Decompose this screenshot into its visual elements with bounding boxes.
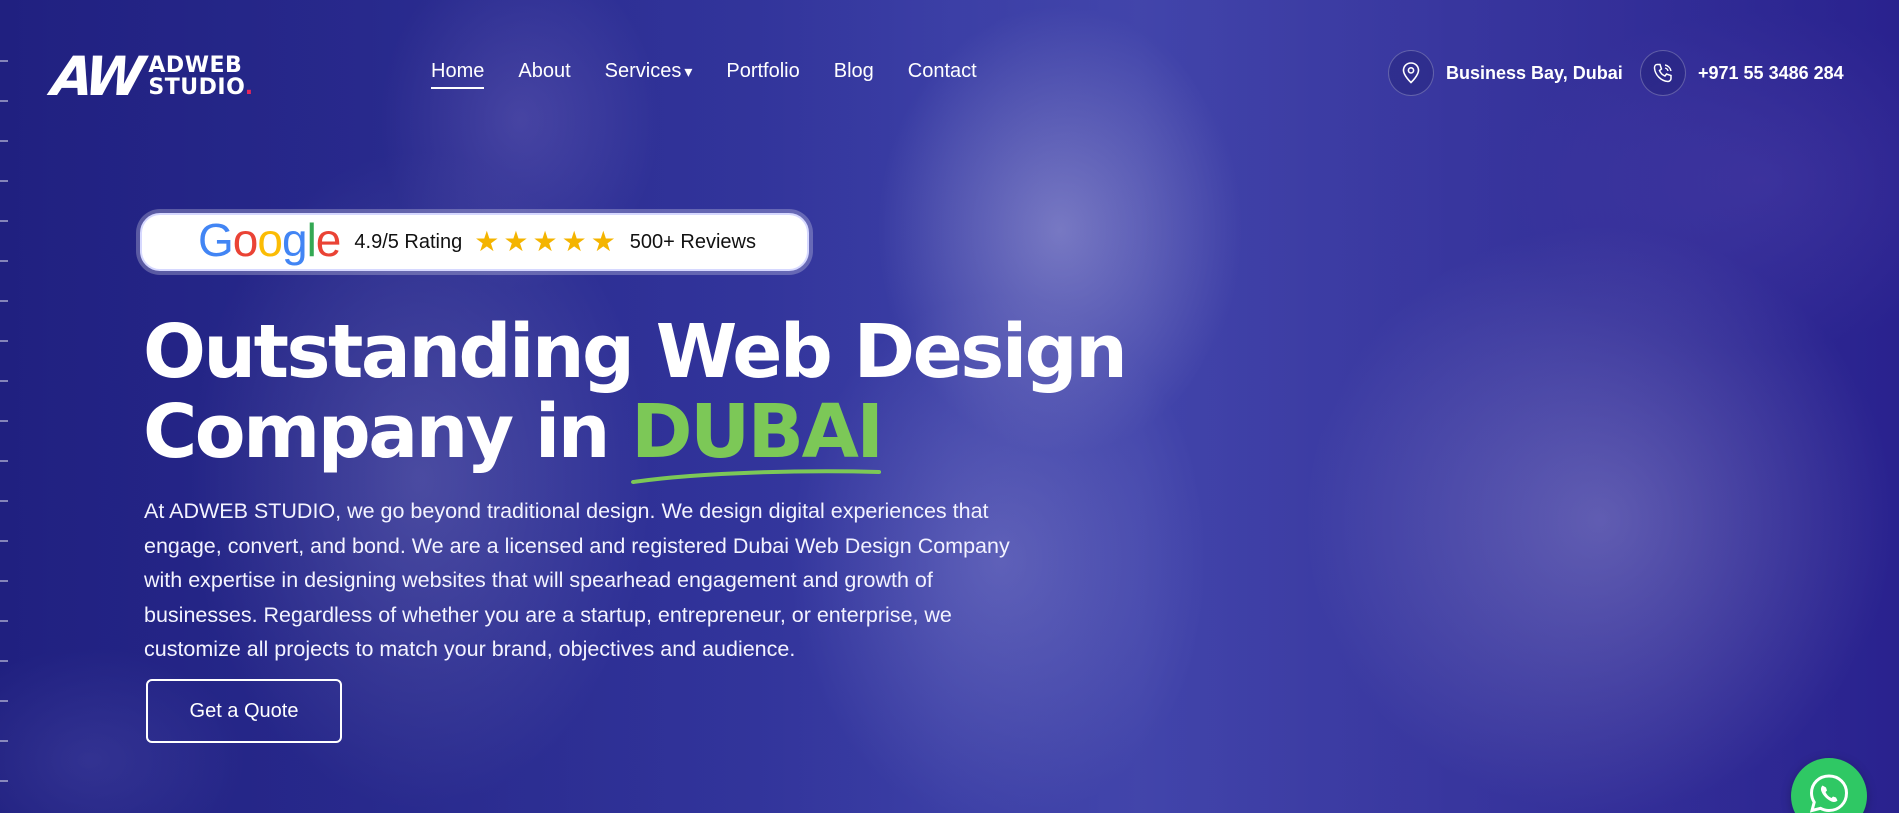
google-rating-badge[interactable]: Google 4.9/5 Rating ★ ★ ★ ★ ★ 500+ Revie… [140,213,809,271]
hero-title-line2-prefix: Company in [143,389,632,475]
contact-phone[interactable]: +971 55 3486 284 [1640,50,1844,96]
location-text: Business Bay, Dubai [1446,62,1623,83]
nav-services[interactable]: Services ▾ [605,60,693,89]
reviews-count: 500+ Reviews [629,230,756,253]
accent-underline [631,469,882,484]
star-icon: ★ [561,226,587,257]
nav-blog[interactable]: Blog [834,60,874,89]
star-icon: ★ [503,226,529,257]
site-logo[interactable]: AW ADWEB STUDIO. [48,45,254,108]
whatsapp-icon [1807,772,1851,813]
nav-home[interactable]: Home [431,60,485,89]
contact-location[interactable]: Business Bay, Dubai [1388,50,1623,96]
hero-title-accent: DUBAI [631,392,884,484]
nav-services-label: Services [604,60,682,82]
google-logo: Google [198,214,341,266]
hero-description: At ADWEB STUDIO, we go beyond traditiona… [144,499,1010,661]
main-nav: Home About Services ▾ Portfolio Blog Cont… [431,60,977,89]
star-rating: ★ ★ ★ ★ ★ [474,228,616,256]
rating-score: 4.9/5 Rating [354,230,463,253]
logo-mark: AW [48,45,142,108]
phone-icon [1640,50,1686,96]
nav-portfolio[interactable]: Portfolio [726,60,799,89]
nav-contact[interactable]: Contact [908,60,977,89]
star-icon: ★ [532,226,558,257]
nav-about[interactable]: About [518,60,570,89]
logo-line2: STUDIO [148,75,245,100]
phone-text: +971 55 3486 284 [1698,62,1844,83]
hero-title: Outstanding Web Design Company in DUBAI [143,309,1128,484]
hero-title-line1: Outstanding Web Design [143,309,1128,395]
site-header: AW ADWEB STUDIO. Home About Services ▾ Po… [0,0,1899,150]
star-icon: ★ [590,226,616,257]
star-icon: ★ [474,226,500,257]
logo-dot: . [244,75,254,100]
chevron-down-icon: ▾ [684,64,693,81]
map-pin-icon [1388,50,1434,96]
scroll-ticks [0,60,8,800]
get-a-quote-button[interactable]: Get a Quote [146,679,342,743]
logo-wordmark: ADWEB STUDIO. [148,55,253,99]
